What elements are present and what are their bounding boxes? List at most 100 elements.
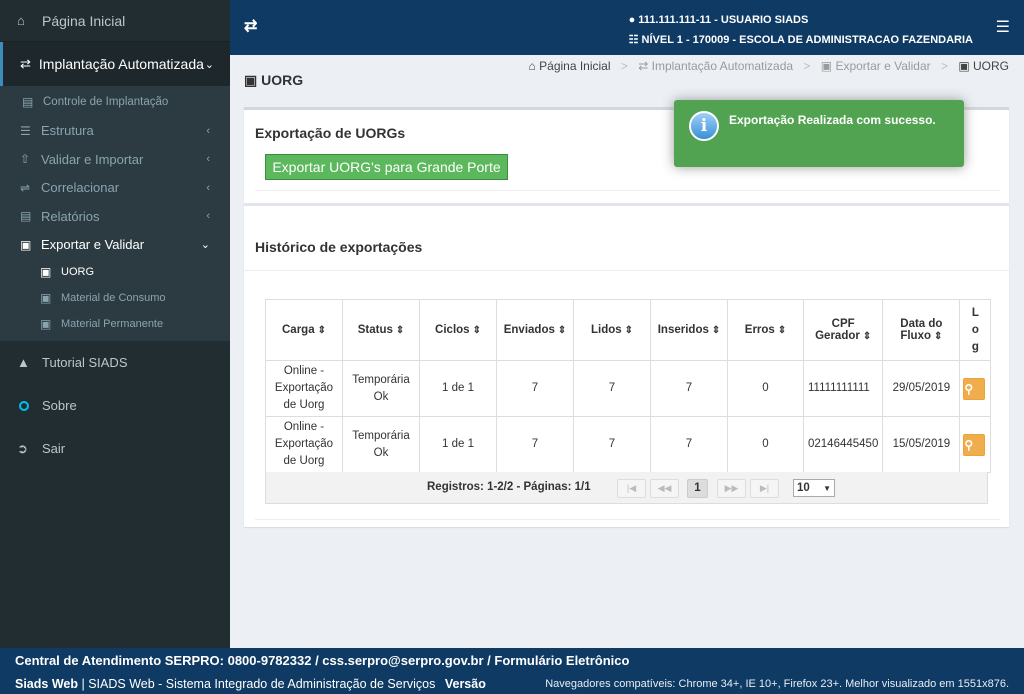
cell-lidos: 7 — [573, 416, 651, 473]
user-level: NÍVEL 1 - 170009 - ESCOLA DE ADMINISTRAC… — [641, 34, 973, 46]
search-icon[interactable]: ⚲ — [963, 433, 986, 456]
column-header-erros[interactable]: Erros ⇕ — [727, 299, 804, 361]
column-label: Data do — [900, 318, 943, 330]
sidebar-item-validar[interactable]: ⇧ Validar e Importar ‹ — [0, 145, 230, 174]
previous-page-button[interactable]: ◀◀ — [650, 479, 679, 498]
column-header-log[interactable]: Log — [959, 299, 992, 361]
column-label: CPF — [831, 318, 855, 330]
home-icon: ⌂ — [528, 59, 536, 73]
chevron-left-icon: ‹ — [206, 181, 210, 194]
column-label: Carga — [282, 324, 315, 336]
sidebar-item-label: Tutorial SIADS — [42, 355, 128, 370]
sidebar-item-implantacao[interactable]: ⇄ Implantação Automatizada ⌄ — [0, 42, 230, 86]
breadcrumb-current: UORG — [973, 59, 1009, 73]
sidebar-subitem-uorg[interactable]: ▣ UORG — [0, 259, 230, 285]
sort-icon: ⇕ — [395, 325, 405, 336]
sidebar: ⌂ Página Inicial ⇄ Implantação Automatiz… — [0, 0, 230, 648]
column-label: Gerador — [815, 330, 860, 342]
next-page-button[interactable]: ▶▶ — [717, 479, 746, 498]
section-divider — [244, 203, 1009, 206]
first-page-button[interactable]: |◀ — [617, 479, 646, 498]
column-label: Inseridos — [657, 324, 709, 336]
sort-icon: ⇕ — [557, 325, 567, 336]
cell-enviados: 7 — [496, 360, 574, 417]
footer-version: Versão — [444, 677, 486, 691]
column-header-carga[interactable]: Carga ⇕ — [265, 299, 343, 361]
chevron-down-icon: ⌄ — [200, 239, 210, 252]
sidebar-item-home[interactable]: ⌂ Página Inicial — [0, 0, 230, 42]
history-section-title: Histórico de exportações — [255, 239, 423, 255]
sidebar-toggle-icon[interactable]: ⇄ — [244, 16, 257, 36]
column-header-enviados[interactable]: Enviados ⇕ — [496, 299, 574, 361]
success-toast[interactable]: i Exportação Realizada com sucesso. — [674, 100, 964, 167]
sidebar-item-estrutura[interactable]: ☰ Estrutura ‹ — [0, 117, 230, 146]
export-uorg-button[interactable]: Exportar UORG's para Grande Porte — [265, 154, 508, 180]
menu-icon[interactable]: ☰ — [996, 17, 1010, 37]
divider — [255, 519, 1000, 520]
breadcrumb-separator: > — [803, 59, 811, 73]
page-number-button[interactable]: 1 — [687, 479, 708, 498]
table-header-row: Carga ⇕ Status ⇕ Ciclos ⇕ Enviados ⇕ Lidos ⇕ … — [265, 299, 992, 361]
sidebar-item-label: Material de Consumo — [61, 292, 166, 304]
sidebar-item-sobre[interactable]: Sobre — [0, 384, 230, 427]
sidebar-item-correlacionar[interactable]: ⇌ Correlacionar ‹ — [0, 174, 230, 203]
search-icon[interactable]: ⚲ — [963, 377, 986, 400]
footer-system-name: SIADS Web - Sistema Integrado de Adminis… — [88, 677, 436, 691]
sidebar-item-label: Material Permanente — [61, 318, 164, 330]
cell-log: ⚲ — [959, 416, 992, 473]
breadcrumb-implantacao[interactable]: Implantação Automatizada — [652, 59, 793, 73]
sidebar-item-relatorios[interactable]: ▤ Relatórios ‹ — [0, 202, 230, 231]
divider — [244, 270, 1009, 271]
column-header-data[interactable]: Data do Fluxo ⇕ — [882, 299, 961, 361]
sidebar-subitem-consumo[interactable]: ▣ Material de Consumo — [0, 285, 230, 311]
content-box: Exportação de UORGs Exportar UORG's para… — [244, 107, 1009, 527]
sidebar-item-sair[interactable]: ➲ Sair — [0, 427, 230, 470]
sidebar-subitem-permanente[interactable]: ▣ Material Permanente — [0, 311, 230, 337]
column-header-status[interactable]: Status ⇕ — [342, 299, 420, 361]
sidebar-item-label: Estrutura — [41, 123, 94, 139]
sidebar-item-tutorial[interactable]: ▲ Tutorial SIADS — [0, 341, 230, 384]
sidebar-submenu: ▤ Controle de Implantação ☰ Estrutura ‹ … — [0, 86, 230, 341]
paginator: Registros: 1-2/2 - Páginas: 1/1 |◀ ◀◀ 1 … — [265, 472, 988, 504]
sort-icon: ⇕ — [317, 325, 326, 336]
home-icon: ⌂ — [17, 13, 25, 28]
footer-system: Siads Web | SIADS Web - Sistema Integrad… — [15, 677, 486, 691]
last-page-button[interactable]: ▶| — [750, 479, 779, 498]
history-table: Carga ⇕ Status ⇕ Ciclos ⇕ Enviados ⇕ Lidos ⇕ … — [265, 299, 992, 473]
cell-log: ⚲ — [959, 360, 992, 417]
sort-icon: ⇕ — [777, 325, 787, 336]
info-icon: i — [689, 111, 719, 141]
page-size-value: 10 — [797, 482, 810, 494]
toast-message: Exportação Realizada com sucesso. — [729, 113, 936, 127]
sidebar-item-exportar[interactable]: ▣ Exportar e Validar ⌄ — [0, 231, 230, 260]
user-name: 111.111.111-11 - USUARIO SIADS — [638, 14, 809, 26]
caret-down-icon: ▼ — [823, 484, 831, 493]
column-header-cpf[interactable]: CPF Gerador ⇕ — [802, 299, 884, 361]
sort-icon: ⇕ — [624, 325, 634, 336]
column-label: Log — [971, 306, 979, 353]
clipboard-icon: ▣ — [958, 59, 970, 73]
clipboard-icon: ▣ — [40, 317, 52, 331]
column-label: Erros — [744, 324, 775, 336]
cell-inseridos: 7 — [650, 360, 728, 417]
cell-carga: Online - Exportação de Uorg — [265, 360, 343, 417]
column-header-inseridos[interactable]: Inseridos ⇕ — [650, 299, 728, 361]
cell-ciclos: 1 de 1 — [419, 416, 497, 473]
cell-erros: 0 — [727, 416, 804, 473]
page-size-select[interactable]: 10 ▼ — [793, 479, 835, 497]
column-header-ciclos[interactable]: Ciclos ⇕ — [419, 299, 497, 361]
clipboard-icon: ▣ — [20, 237, 32, 252]
breadcrumb-exportar[interactable]: Exportar e Validar — [835, 59, 930, 73]
sidebar-item-controle[interactable]: ▤ Controle de Implantação — [0, 88, 230, 117]
breadcrumb-home[interactable]: Página Inicial — [539, 59, 610, 73]
clipboard-icon: ▣ — [40, 291, 52, 305]
sidebar-item-label: Controle de Implantação — [43, 96, 169, 109]
sort-icon: ⇕ — [472, 325, 481, 336]
footer-browsers: Navegadores compatíveis: Chrome 34+, IE … — [545, 678, 1009, 690]
sign-out-icon: ➲ — [17, 440, 28, 456]
footer: Central de Atendimento SERPRO: 0800-9782… — [0, 648, 1024, 694]
table-row: Online - Exportação de Uorg Temporária O… — [265, 416, 992, 473]
sidebar-item-label: Sair — [42, 441, 66, 456]
sidebar-item-label: Relatórios — [41, 208, 100, 224]
column-header-lidos[interactable]: Lidos ⇕ — [573, 299, 651, 361]
